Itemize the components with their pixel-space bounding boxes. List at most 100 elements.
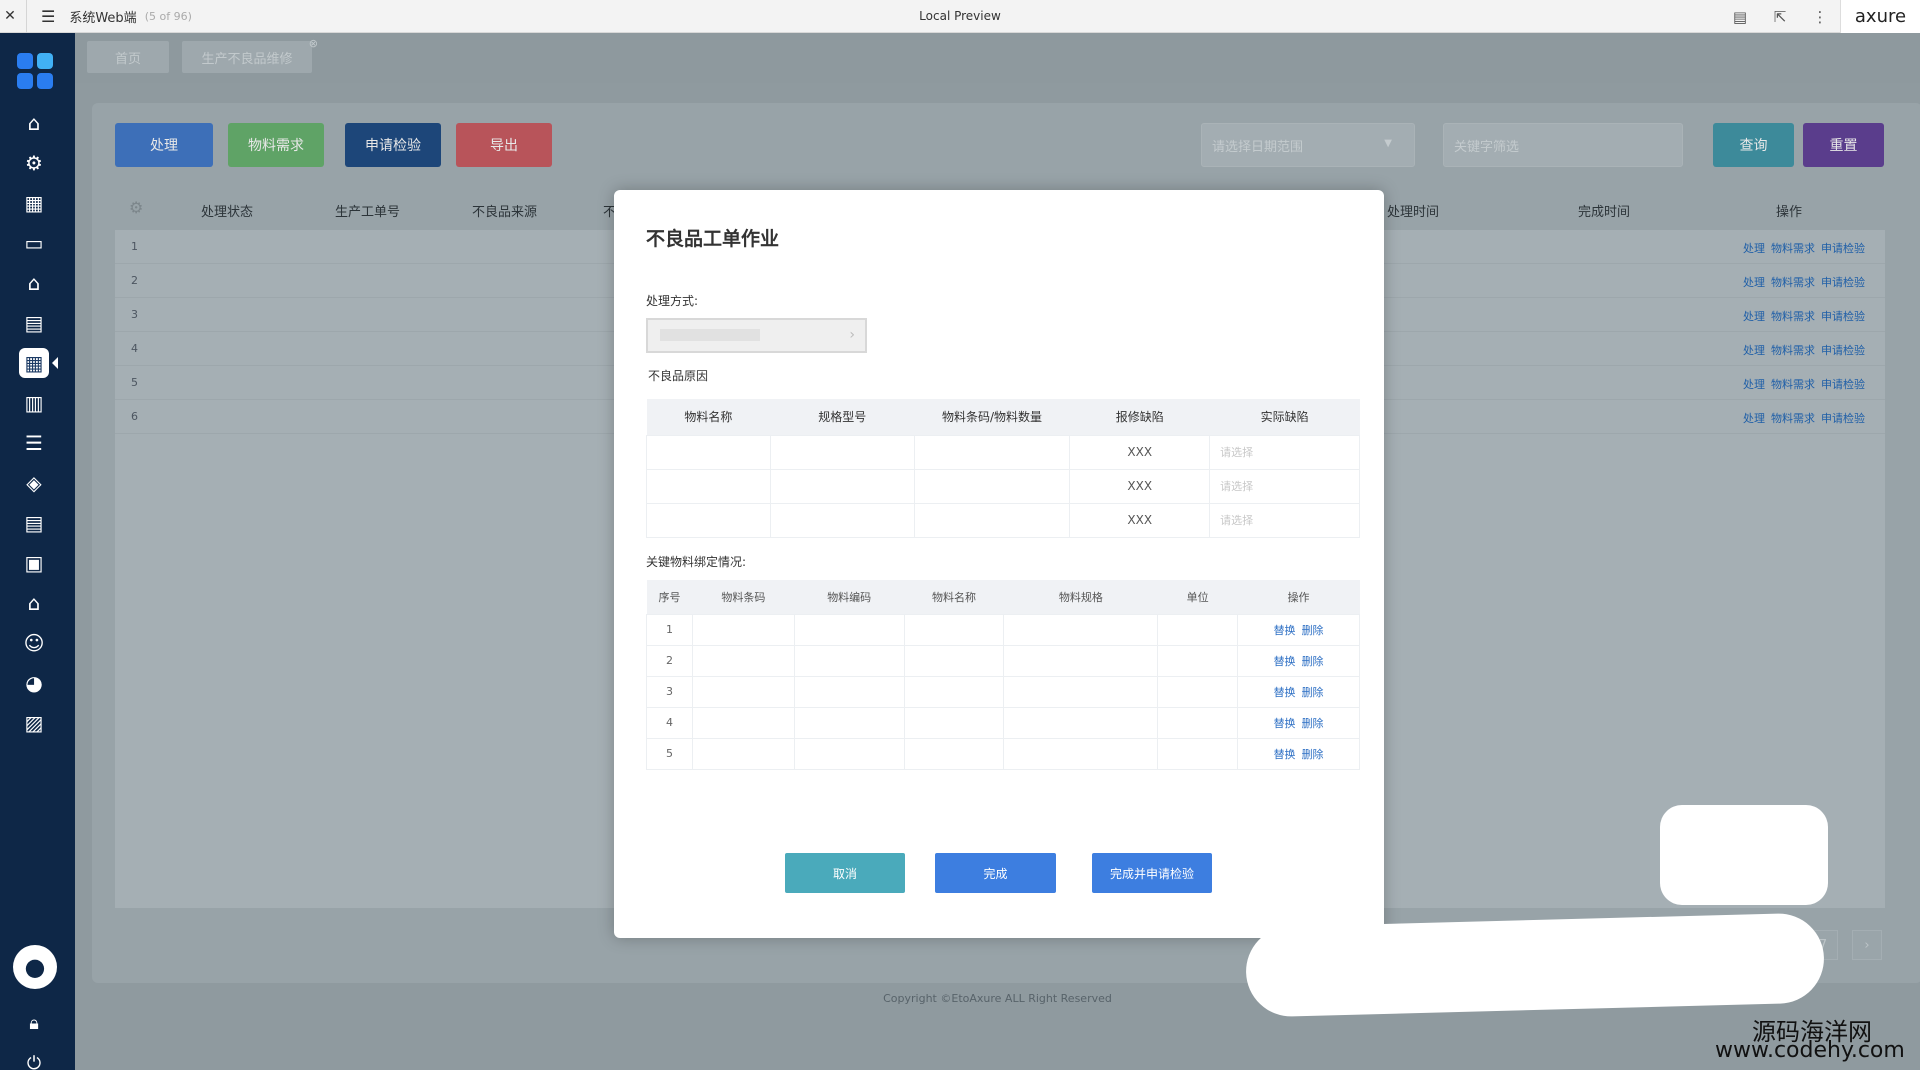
settings-icon[interactable]: ⚙: [129, 198, 143, 217]
row-process-link[interactable]: 处理: [1743, 378, 1765, 391]
row-inspection-link[interactable]: 申请检验: [1821, 276, 1865, 289]
row-inspection-link[interactable]: 申请检验: [1821, 378, 1865, 391]
keyword-search-input[interactable]: 关键字筛选: [1443, 123, 1683, 167]
col-ops: 操作: [1237, 580, 1360, 614]
replace-link[interactable]: 替换: [1274, 655, 1296, 668]
divider: [26, 0, 27, 33]
line-chart-icon[interactable]: ▨: [19, 708, 49, 738]
delete-link[interactable]: 删除: [1302, 717, 1324, 730]
row-inspection-link[interactable]: 申请检验: [1821, 242, 1865, 255]
row-ops: 处理 物料需求 申请检验: [1737, 274, 1865, 290]
reset-button[interactable]: 重置: [1803, 123, 1884, 167]
row-material-link[interactable]: 物料需求: [1771, 344, 1815, 357]
row-process-link[interactable]: 处理: [1743, 310, 1765, 323]
pie-chart-icon[interactable]: ◕: [19, 668, 49, 698]
tab-label: 首页: [114, 51, 141, 67]
replace-link[interactable]: 替换: [1274, 624, 1296, 637]
row-number: 3: [131, 308, 138, 321]
binding-header-row: 序号 物料条码 物料编码 物料名称 物料规格 单位 操作: [646, 580, 1360, 614]
row-material-link[interactable]: 物料需求: [1771, 412, 1815, 425]
delete-link[interactable]: 删除: [1302, 624, 1324, 637]
row-number: 6: [131, 410, 138, 423]
row-material-link[interactable]: 物料需求: [1771, 378, 1815, 391]
replace-link[interactable]: 替换: [1274, 686, 1296, 699]
col-name: 物料名称: [904, 580, 1004, 614]
row-inspection-link[interactable]: 申请检验: [1821, 310, 1865, 323]
row-process-link[interactable]: 处理: [1743, 344, 1765, 357]
replace-link[interactable]: 替换: [1274, 717, 1296, 730]
brand-logo: axure: [1840, 0, 1920, 33]
actual-defect-select[interactable]: 请选择: [1209, 434, 1360, 470]
row-process-link[interactable]: 处理: [1743, 412, 1765, 425]
list-icon[interactable]: ▤: [19, 508, 49, 538]
row-seq: 1: [646, 613, 693, 646]
binding-row: 5 替换 删除: [646, 737, 1360, 770]
row-process-link[interactable]: 处理: [1743, 276, 1765, 289]
page-counter: (5 of 96): [144, 9, 192, 23]
mode-select[interactable]: [646, 318, 867, 353]
reason-row: XXX 请选择: [646, 468, 1360, 504]
close-icon[interactable]: ✕: [2, 8, 18, 24]
calendar-icon[interactable]: ▦: [19, 348, 58, 378]
avatar[interactable]: ●: [13, 945, 57, 989]
warehouse-icon[interactable]: ⌂: [19, 268, 49, 298]
delete-link[interactable]: 删除: [1302, 655, 1324, 668]
active-indicator: [52, 357, 58, 369]
box-icon[interactable]: ◈: [19, 468, 49, 498]
database-icon[interactable]: ☰: [19, 428, 49, 458]
tab-home[interactable]: 首页: [87, 41, 169, 73]
row-inspection-link[interactable]: 申请检验: [1821, 412, 1865, 425]
col-order: 生产工单号: [335, 205, 401, 220]
building-icon[interactable]: ⌂: [19, 588, 49, 618]
delete-link[interactable]: 删除: [1302, 686, 1324, 699]
date-range-select[interactable]: 请选择日期范围 ▼: [1201, 123, 1415, 167]
inbox-icon[interactable]: ▣: [19, 548, 49, 578]
process-button[interactable]: 处理: [115, 123, 213, 167]
app-logo: [17, 53, 53, 89]
gear-icon[interactable]: ⚙: [19, 148, 49, 178]
col-status: 处理状态: [201, 205, 254, 220]
replace-link[interactable]: 替换: [1274, 748, 1296, 761]
sidebar: ⌂ ⚙ ▦ ▭ ⌂ ▤ ▦ ▥ ☰ ◈ ▤ ▣ ⌂ ☺ ◕ ▨ ● 🔒︎ ⏻: [0, 33, 75, 1070]
close-icon[interactable]: ⊗: [309, 37, 318, 50]
pager-next-button[interactable]: ›: [1852, 930, 1882, 960]
watermark-url: www.codehy.com: [1715, 1038, 1905, 1063]
query-button[interactable]: 查询: [1713, 123, 1794, 167]
row-process-link[interactable]: 处理: [1743, 242, 1765, 255]
lock-icon[interactable]: 🔒︎: [19, 1008, 49, 1038]
cancel-button[interactable]: 取消: [785, 853, 905, 893]
menu-icon[interactable]: ☰: [41, 7, 55, 26]
grid-icon[interactable]: ▦: [19, 188, 49, 218]
row-inspection-link[interactable]: 申请检验: [1821, 344, 1865, 357]
col-spec: 物料规格: [1003, 580, 1158, 614]
row-ops: 处理 物料需求 申请检验: [1737, 410, 1865, 426]
presentation-icon[interactable]: ▥: [19, 388, 49, 418]
done-button[interactable]: 完成: [935, 853, 1056, 893]
tab-defect-repair[interactable]: 生产不良品维修 ⊗: [182, 37, 318, 73]
delete-link[interactable]: 删除: [1302, 748, 1324, 761]
reason-row: XXX 请选择: [646, 434, 1360, 470]
col-ops: 操作: [1776, 205, 1803, 220]
col-actual-defect: 实际缺陷: [1209, 399, 1360, 435]
actual-defect-select[interactable]: 请选择: [1209, 502, 1360, 538]
apply-inspection-button[interactable]: 申请检验: [345, 123, 441, 167]
col-spec: 规格型号: [770, 399, 915, 435]
binding-table: 序号 物料条码 物料编码 物料名称 物料规格 单位 操作 1 替换 删除 2 替换 删除…: [646, 580, 1360, 770]
material-request-button[interactable]: 物料需求: [228, 123, 324, 167]
power-icon[interactable]: ⏻: [19, 1048, 49, 1070]
fit-icon[interactable]: ⇱: [1760, 8, 1800, 26]
done-and-apply-button[interactable]: 完成并申请检验: [1092, 853, 1212, 893]
export-button[interactable]: 导出: [456, 123, 552, 167]
binding-label: 关键物料绑定情况:: [646, 555, 747, 569]
actual-defect-select[interactable]: 请选择: [1209, 468, 1360, 504]
more-icon[interactable]: ⋮: [1800, 8, 1840, 26]
report-icon[interactable]: ▤: [19, 308, 49, 338]
monitor-icon[interactable]: ▭: [19, 228, 49, 258]
reason-row: XXX 请选择: [646, 502, 1360, 538]
row-material-link[interactable]: 物料需求: [1771, 310, 1815, 323]
row-material-link[interactable]: 物料需求: [1771, 242, 1815, 255]
row-material-link[interactable]: 物料需求: [1771, 276, 1815, 289]
user-settings-icon[interactable]: ☺: [19, 628, 49, 658]
notes-icon[interactable]: ▤: [1720, 8, 1760, 26]
home-icon[interactable]: ⌂: [19, 108, 49, 138]
